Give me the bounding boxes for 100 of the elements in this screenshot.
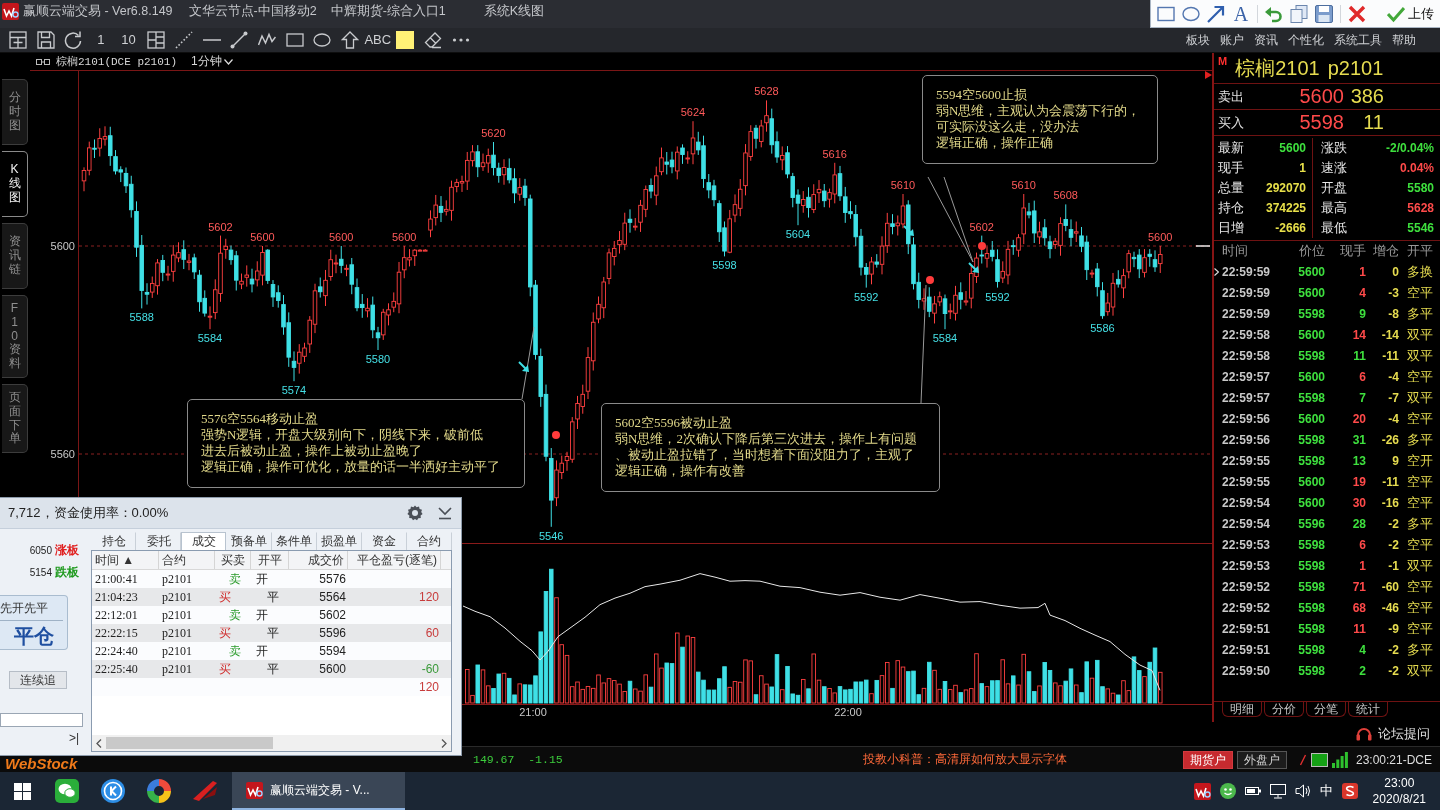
text-tool-button[interactable]: A (1232, 2, 1250, 25)
chat-app-icon[interactable] (55, 779, 79, 803)
table-cell-text: 5564 (318, 589, 347, 606)
panel-tab[interactable]: 统计 (1348, 702, 1388, 717)
caret-icon (223, 58, 233, 65)
panel-tab[interactable]: 明细 (1222, 702, 1262, 717)
scroll-left-icon[interactable] (96, 738, 102, 748)
input-field[interactable] (0, 713, 83, 727)
upload-button[interactable]: 上传 (1385, 2, 1436, 25)
link-icon (36, 57, 50, 66)
arrow-marker (518, 361, 529, 372)
column-header[interactable]: 开平 (251, 551, 289, 569)
ellipse-icon[interactable] (313, 31, 332, 49)
menu-item[interactable]: 个性化 (1288, 32, 1324, 48)
up-arrow-icon[interactable] (341, 31, 360, 49)
forum-link[interactable]: 论坛提问 (1378, 725, 1430, 743)
dot-marker (552, 431, 560, 439)
system-clock[interactable]: 23:00 2020/8/21 (1372, 775, 1426, 807)
high-price-label: 5602 (208, 220, 233, 233)
tick-price: 5598 (1297, 663, 1325, 678)
stat-value: 5600 (1279, 141, 1306, 155)
settings-icon[interactable] (407, 505, 423, 521)
vertical-tab[interactable]: 页面下单 (2, 384, 28, 454)
vertical-tab[interactable]: 分时图 (2, 79, 28, 145)
close-icon[interactable] (1348, 4, 1366, 23)
tick-price: 5598 (1297, 579, 1325, 594)
column-header[interactable]: 平仓盈亏(逐笔) (348, 551, 441, 569)
vertical-tab[interactable]: F10资料 (2, 295, 28, 378)
undo-icon[interactable] (1265, 4, 1283, 23)
column-header[interactable]: 合约 (159, 551, 215, 569)
jump-end-button[interactable]: >| (68, 731, 79, 745)
layout-icon[interactable] (147, 31, 166, 49)
vertical-tab[interactable]: 资讯链 (2, 223, 28, 289)
swoosh-app-icon[interactable] (193, 779, 217, 803)
tab[interactable]: 成交 (181, 532, 227, 550)
period-dropdown[interactable]: 1分钟 (191, 53, 233, 70)
scrollbar-thumb[interactable] (106, 737, 273, 749)
tool-button[interactable]: 1 (96, 31, 106, 49)
refresh-icon[interactable] (64, 31, 83, 49)
close-position-button[interactable]: 先开先平 平仓 (0, 595, 68, 650)
tick-volume: 31 (1351, 432, 1366, 447)
frame-icon[interactable] (8, 31, 27, 49)
color-swatch-icon[interactable] (396, 31, 415, 49)
taskbar-window-button[interactable]: 赢顺云端交易 - V... (232, 772, 405, 810)
save-icon[interactable] (36, 31, 55, 49)
menu-item[interactable]: 资讯 (1254, 32, 1278, 48)
contract-name: 棕榈2101 (1235, 55, 1320, 81)
menu-item[interactable]: 帮助 (1392, 32, 1416, 48)
tool-button[interactable]: 10 (120, 31, 137, 49)
windows-start-icon[interactable] (13, 782, 31, 800)
chase-button[interactable]: 连续追 (9, 671, 67, 689)
table-cell-text: 买 (218, 660, 232, 678)
save-icon[interactable] (1315, 4, 1333, 23)
table-cell-text: 5576 (318, 571, 347, 588)
network-icon[interactable] (1269, 783, 1286, 799)
tick-change: -4 (1387, 369, 1399, 384)
tick-price: 5598 (1297, 537, 1325, 552)
table-cell-text: 60 (424, 625, 440, 642)
copy-icon[interactable] (1290, 4, 1308, 23)
stat-value: 292070 (1265, 181, 1306, 195)
tray-s-app-icon[interactable] (1341, 783, 1358, 799)
column-header[interactable]: 买卖 (215, 551, 251, 569)
scroll-right-icon[interactable] (441, 738, 447, 748)
table-cell-text: 22:22:15 (94, 624, 139, 642)
account-button[interactable]: 期货户 (1182, 750, 1233, 769)
collapse-icon[interactable] (437, 505, 453, 521)
notice-link[interactable]: 投教小科普：高清屏如何放大显示字体 (863, 751, 1183, 768)
dotted-line-icon[interactable] (174, 31, 193, 49)
speaker-icon[interactable] (1294, 783, 1311, 799)
stat-label: 最新 (1218, 139, 1244, 157)
book-volume: 386 (1349, 85, 1384, 108)
arrow-marker (968, 262, 979, 273)
tray-smiley-icon[interactable] (1219, 783, 1236, 799)
tick-time: 22:59:55 (1222, 453, 1272, 468)
tick-price: 5600 (1297, 474, 1325, 489)
table-cell-text: 5596 (318, 625, 347, 642)
ring-app-icon[interactable] (147, 779, 171, 803)
tick-type: 空平 (1406, 283, 1434, 302)
tray-app-icon[interactable] (1193, 782, 1211, 800)
menu-item[interactable]: 板块 (1186, 32, 1210, 48)
eraser-icon[interactable] (424, 31, 443, 49)
panel-tab[interactable]: 分价 (1264, 702, 1304, 717)
rectangle-icon[interactable] (285, 31, 304, 49)
input-method-indicator[interactable]: 中 (1319, 782, 1333, 800)
stat-label: 最高 (1321, 199, 1347, 217)
tick-price: 5598 (1297, 432, 1325, 447)
tool-button[interactable]: ABC (363, 31, 393, 49)
ellipse-tool-icon[interactable] (1182, 4, 1200, 23)
tick-price: 5600 (1297, 495, 1325, 510)
menu-item[interactable]: 系统工具 (1334, 32, 1382, 48)
column-header[interactable]: 成交价 (289, 551, 348, 569)
vertical-tab[interactable]: K线图 (2, 151, 28, 217)
rectangle-tool-icon[interactable] (1157, 4, 1175, 23)
panel-tab[interactable]: 分笔 (1306, 702, 1346, 717)
menu-item[interactable]: 账户 (1220, 32, 1244, 48)
line-segment-icon[interactable] (230, 31, 249, 49)
k-app-icon[interactable] (101, 779, 125, 803)
arrow-tool-icon[interactable] (1207, 4, 1225, 23)
column-header[interactable]: 时间 ▲ (92, 551, 159, 569)
account-button[interactable]: 外盘户 (1236, 750, 1287, 769)
